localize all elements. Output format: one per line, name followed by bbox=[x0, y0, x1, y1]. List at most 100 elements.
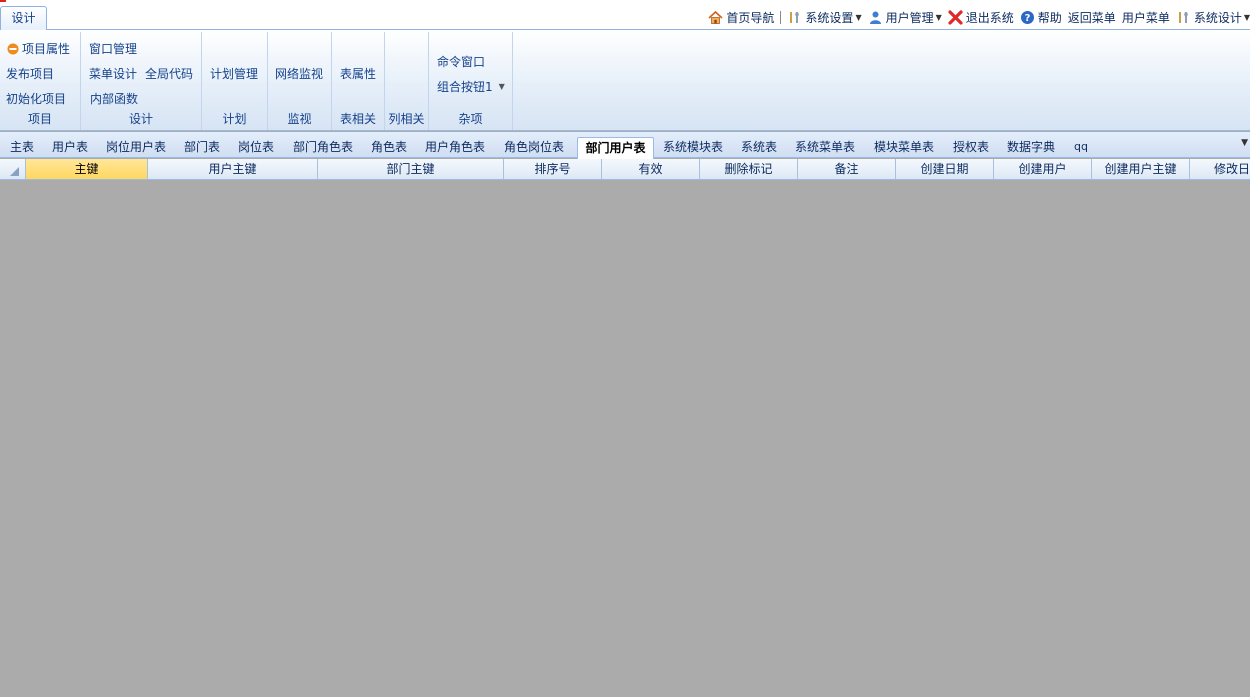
net-monitor-button[interactable]: 网络监视 bbox=[275, 65, 323, 82]
window-manage-button[interactable]: 窗口管理 bbox=[89, 40, 137, 57]
tab-overflow-icon[interactable]: ▼ bbox=[1241, 138, 1248, 148]
tab-role-post-table[interactable]: 角色岗位表 bbox=[498, 137, 570, 158]
chevron-down-icon: ▼ bbox=[498, 82, 505, 91]
logout-label: 退出系统 bbox=[965, 10, 1014, 25]
help-button[interactable]: ? 帮助 bbox=[1020, 9, 1062, 26]
inner-func-button[interactable]: 内部函数 bbox=[90, 90, 138, 107]
minus-circle-icon bbox=[7, 43, 19, 55]
inner-func-label: 内部函数 bbox=[90, 92, 139, 106]
global-code-button[interactable]: 全局代码 bbox=[145, 65, 193, 82]
tab-role-table[interactable]: 角色表 bbox=[365, 137, 413, 158]
grid-select-all[interactable] bbox=[0, 159, 26, 179]
tab-user-table[interactable]: 用户表 bbox=[46, 137, 94, 158]
tab-dept-user-table[interactable]: 部门用户表 bbox=[577, 137, 654, 159]
svg-text:?: ? bbox=[1024, 13, 1030, 24]
tab-dept-table[interactable]: 部门表 bbox=[178, 137, 226, 158]
ribbon-group-project: 项目属性 发布项目 初始化项目 项目 bbox=[0, 32, 81, 130]
app-corner-mark bbox=[0, 0, 6, 2]
project-props-label: 项目属性 bbox=[22, 42, 71, 56]
home-nav-label: 首页导航 bbox=[726, 10, 775, 25]
project-props-button[interactable]: 项目属性 bbox=[7, 40, 70, 57]
plan-manage-button[interactable]: 计划管理 bbox=[210, 65, 258, 82]
ribbon-group-design: 窗口管理 菜单设计 全局代码 内部函数 设计 bbox=[81, 32, 202, 130]
column-header-valid[interactable]: 有效 bbox=[602, 159, 700, 179]
tab-main-table[interactable]: 主表 bbox=[4, 137, 40, 158]
tools-icon bbox=[1176, 10, 1191, 25]
home-nav-button[interactable]: 首页导航 bbox=[708, 9, 774, 26]
system-settings-label: 系统设置 bbox=[805, 10, 854, 25]
ribbon-group-table: 表属性 表相关 bbox=[332, 32, 385, 130]
tab-auth-table[interactable]: 授权表 bbox=[947, 137, 995, 158]
column-header-create-date[interactable]: 创建日期 bbox=[896, 159, 994, 179]
system-design-label: 系统设计 bbox=[1193, 10, 1242, 25]
group-label: 杂项 bbox=[458, 112, 483, 126]
init-project-button[interactable]: 初始化项目 bbox=[6, 90, 66, 107]
help-label: 帮助 bbox=[1037, 10, 1062, 25]
grid-header: 主键 用户主键 部门主键 排序号 有效 删除标记 备注 创建日期 创建用户 创建… bbox=[0, 159, 1250, 180]
column-header-modify-date[interactable]: 修改日 bbox=[1190, 159, 1250, 179]
chevron-down-icon: ▼ bbox=[855, 12, 862, 22]
table-props-button[interactable]: 表属性 bbox=[340, 65, 376, 82]
user-menu-label: 用户菜单 bbox=[1121, 10, 1170, 25]
user-icon bbox=[868, 10, 883, 25]
global-code-label: 全局代码 bbox=[145, 67, 194, 81]
column-header-create-user[interactable]: 创建用户 bbox=[994, 159, 1092, 179]
user-manage-menu[interactable]: 用户管理 ▼ bbox=[868, 9, 942, 26]
tab-system-module-table[interactable]: 系统模块表 bbox=[657, 137, 729, 158]
group-label: 项目 bbox=[27, 112, 52, 126]
ribbon-group-plan: 计划管理 计划 bbox=[202, 32, 268, 130]
menu-design-label: 菜单设计 bbox=[89, 67, 138, 81]
back-menu-label: 返回菜单 bbox=[1067, 10, 1116, 25]
group-label: 表相关 bbox=[339, 112, 376, 126]
menu-design-button[interactable]: 菜单设计 bbox=[89, 65, 137, 82]
group-label: 设计 bbox=[128, 112, 153, 126]
tab-post-table[interactable]: 岗位表 bbox=[232, 137, 280, 158]
net-monitor-label: 网络监视 bbox=[275, 67, 324, 81]
column-header-delete-flag[interactable]: 删除标记 bbox=[700, 159, 798, 179]
tab-system-table[interactable]: 系统表 bbox=[735, 137, 783, 158]
tab-module-menu-table[interactable]: 模块菜单表 bbox=[868, 137, 940, 158]
window-manage-label: 窗口管理 bbox=[89, 42, 138, 56]
combo-button-label: 组合按钮1 bbox=[437, 80, 493, 94]
tab-user-role-table[interactable]: 用户角色表 bbox=[419, 137, 491, 158]
chevron-down-icon: ▼ bbox=[1243, 12, 1250, 22]
home-icon bbox=[708, 10, 723, 25]
document-tabs: 主表 用户表 岗位用户表 部门表 岗位表 部门角色表 角色表 用户角色表 角色岗… bbox=[0, 132, 1250, 159]
ribbon-group-column: 列相关 bbox=[385, 32, 429, 130]
publish-project-button[interactable]: 发布项目 bbox=[6, 65, 54, 82]
tab-system-menu-table[interactable]: 系统菜单表 bbox=[789, 137, 861, 158]
tools-icon bbox=[787, 10, 802, 25]
chevron-down-icon: ▼ bbox=[935, 12, 942, 22]
help-icon: ? bbox=[1020, 10, 1035, 25]
ribbon-tab-design[interactable]: 设计 bbox=[0, 6, 47, 31]
ribbon-group-misc: 命令窗口 组合按钮1 ▼ 杂项 bbox=[429, 32, 513, 130]
tab-post-user-table[interactable]: 岗位用户表 bbox=[100, 137, 172, 158]
back-menu-button[interactable]: 返回菜单 bbox=[1068, 9, 1116, 26]
top-toolbar: 首页导航 系统设置 ▼ 用户管理 ▼ 退出系统 ? 帮助 返回菜单 用户菜单 系… bbox=[702, 8, 1250, 26]
column-header-create-user-key[interactable]: 创建用户主键 bbox=[1092, 159, 1190, 179]
column-header-user-key[interactable]: 用户主键 bbox=[148, 159, 318, 179]
group-label: 监视 bbox=[287, 112, 312, 126]
tab-dept-role-table[interactable]: 部门角色表 bbox=[287, 137, 359, 158]
user-menu-button[interactable]: 用户菜单 bbox=[1122, 9, 1170, 26]
combo-button[interactable]: 组合按钮1 ▼ bbox=[437, 78, 505, 95]
table-props-label: 表属性 bbox=[340, 67, 377, 81]
tab-qq[interactable]: qq bbox=[1068, 137, 1094, 158]
ribbon-panel: 项目属性 发布项目 初始化项目 项目 窗口管理 菜单设计 全局代码 内部函数 设… bbox=[0, 30, 1250, 131]
command-window-button[interactable]: 命令窗口 bbox=[437, 53, 485, 70]
system-settings-menu[interactable]: 系统设置 ▼ bbox=[787, 9, 862, 26]
logout-button[interactable]: 退出系统 bbox=[948, 9, 1014, 26]
system-design-menu[interactable]: 系统设计 ▼ bbox=[1176, 9, 1250, 26]
plan-manage-label: 计划管理 bbox=[210, 67, 259, 81]
column-header-remark[interactable]: 备注 bbox=[798, 159, 896, 179]
grid-body[interactable] bbox=[0, 181, 1250, 697]
triangle-icon bbox=[10, 167, 19, 176]
user-manage-label: 用户管理 bbox=[885, 10, 934, 25]
column-header-dept-key[interactable]: 部门主键 bbox=[318, 159, 504, 179]
tab-data-dictionary[interactable]: 数据字典 bbox=[1001, 137, 1061, 158]
column-header-sort-no[interactable]: 排序号 bbox=[504, 159, 602, 179]
ribbon-group-monitor: 网络监视 监视 bbox=[268, 32, 332, 130]
toolbar-separator bbox=[780, 10, 782, 24]
column-header-primary-key[interactable]: 主键 bbox=[26, 159, 148, 179]
ribbon-tab-strip: 设计 首页导航 系统设置 ▼ 用户管理 ▼ 退出系统 ? 帮助 返回菜单 用户菜… bbox=[0, 0, 1250, 31]
